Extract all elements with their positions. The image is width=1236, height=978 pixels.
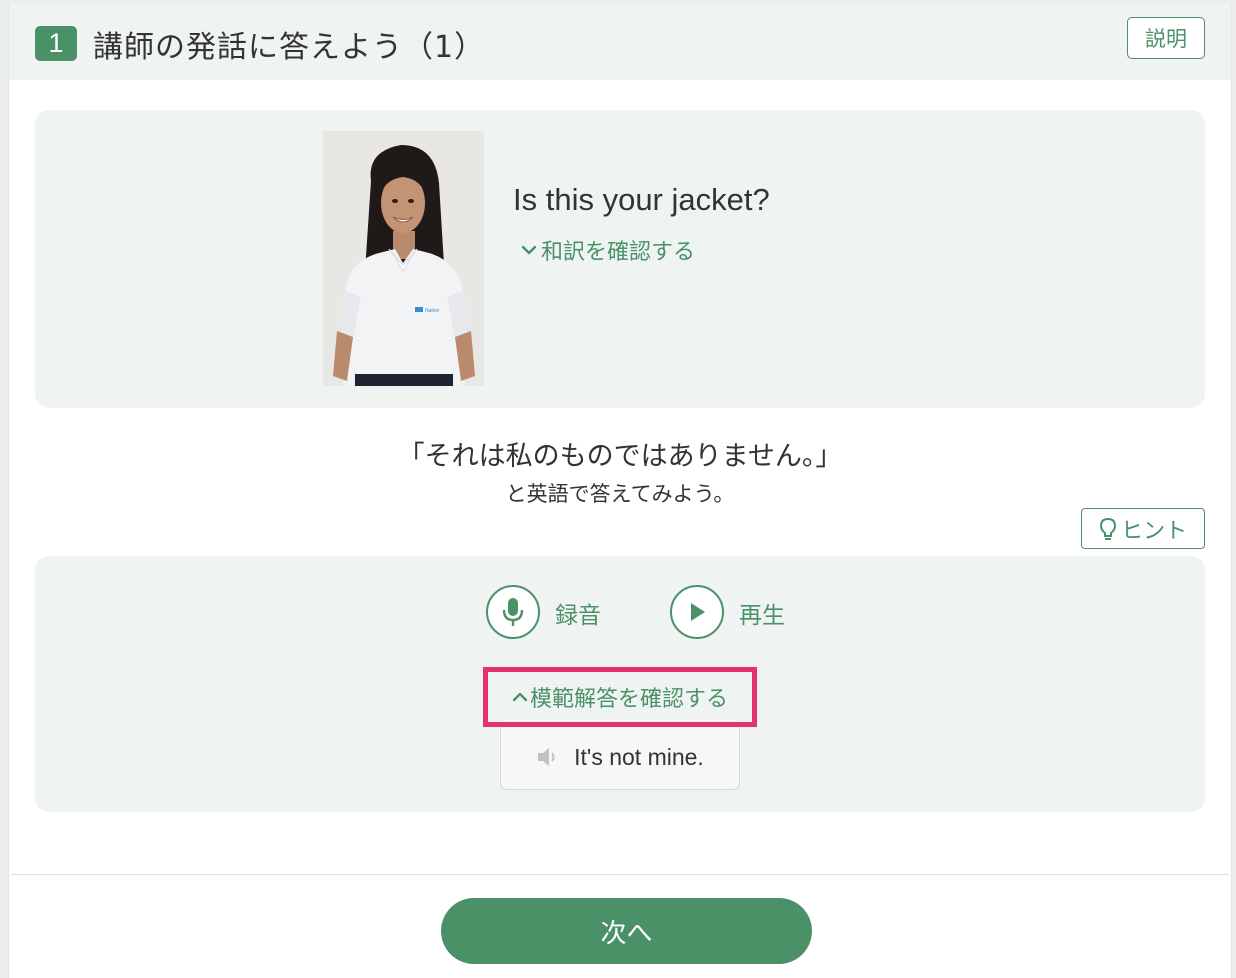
next-button[interactable]: 次へ xyxy=(441,898,812,964)
play-label[interactable]: 再生 xyxy=(739,596,785,630)
speaker-icon[interactable] xyxy=(536,746,560,768)
play-icon xyxy=(691,603,705,621)
answer-panel: 録音 再生 It's not mine. 模範解答を確認する xyxy=(35,556,1205,812)
show-model-answer-link[interactable]: 模範解答を確認する xyxy=(483,667,757,727)
instructor-question: Is this your jacket? xyxy=(513,182,770,217)
record-button[interactable] xyxy=(486,585,540,639)
hint-button[interactable]: ヒント xyxy=(1081,508,1205,549)
shirt-logo-text: Native xyxy=(425,308,439,314)
chevron-down-icon xyxy=(521,245,537,255)
footer-divider xyxy=(11,874,1229,875)
step-number-badge: 1 xyxy=(35,26,77,61)
record-label[interactable]: 録音 xyxy=(555,596,601,630)
play-button[interactable] xyxy=(670,585,724,639)
show-translation-link[interactable]: 和訳を確認する xyxy=(521,234,695,266)
microphone-icon xyxy=(502,598,524,626)
hint-label: ヒント xyxy=(1120,518,1187,544)
prompt-panel: Native Is this your jacket? 和訳を確認する xyxy=(35,110,1205,408)
show-model-answer-label: 模範解答を確認する xyxy=(529,687,728,712)
show-translation-label: 和訳を確認する xyxy=(541,240,696,265)
lesson-card: 1 講師の発話に答えよう（1） 説明 Native Is this your j… xyxy=(8,4,1232,978)
instruction-sub: と英語で答えてみよう。 xyxy=(505,482,735,506)
instructor-illustration: Native xyxy=(323,131,484,386)
instruction-main: 「それは私のものではありません。」 xyxy=(397,441,843,472)
explain-button[interactable]: 説明 xyxy=(1127,17,1205,59)
model-answer-text: It's not mine. xyxy=(574,743,704,770)
instructor-photo: Native xyxy=(323,131,484,386)
chevron-up-icon xyxy=(512,692,528,702)
page-title: 講師の発話に答えよう（1） xyxy=(93,30,486,65)
lightbulb-icon xyxy=(1099,517,1116,540)
model-answer-box[interactable]: It's not mine. xyxy=(500,724,740,790)
lesson-header: 1 講師の発話に答えよう（1） 説明 xyxy=(9,4,1231,80)
